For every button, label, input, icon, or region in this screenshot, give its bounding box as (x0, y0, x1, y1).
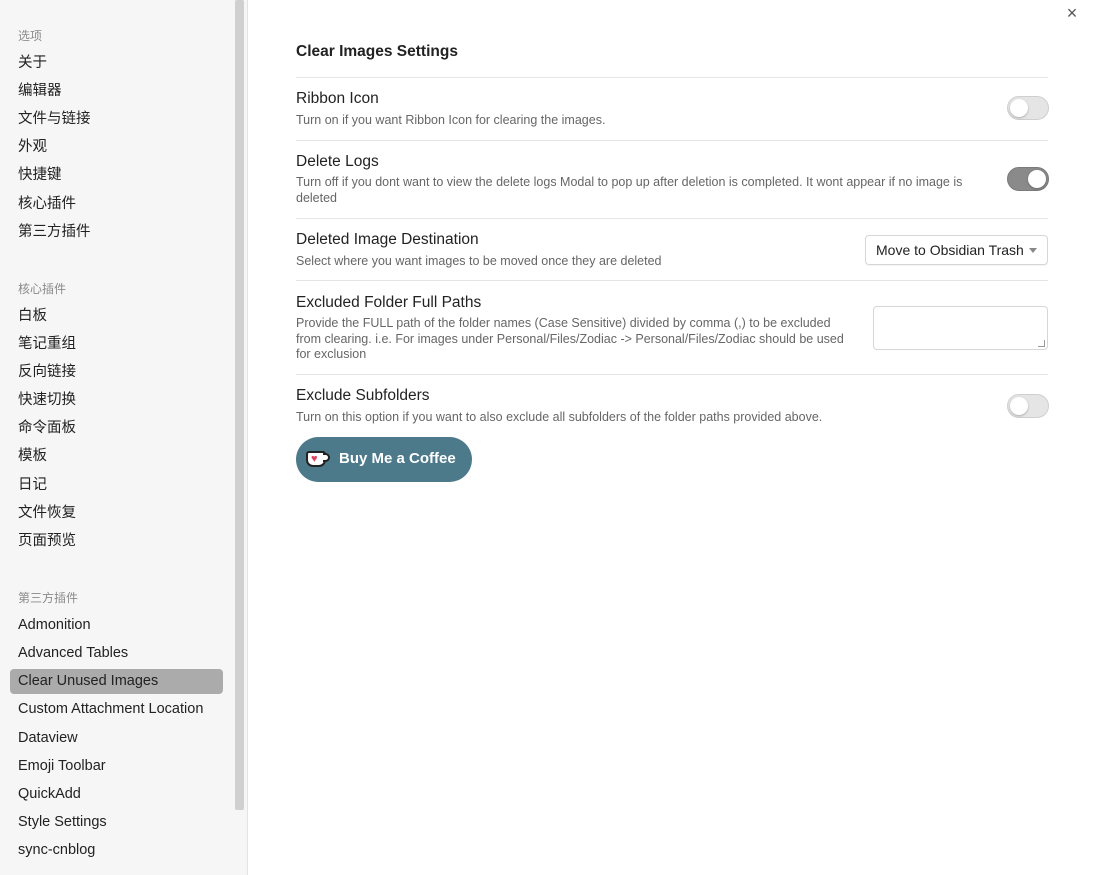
toggle-knob (1028, 170, 1046, 188)
setting-name-deleted-image-destination: Deleted Image Destination (296, 231, 479, 248)
sidebar-item-admonition[interactable]: Admonition (10, 613, 223, 638)
toggle-knob (1010, 99, 1028, 117)
setting-name-excluded-folder-paths: Excluded Folder Full Paths (296, 294, 482, 311)
divider (296, 140, 1048, 141)
sidebar-item-custom-attachment-location[interactable]: Custom Attachment Location (10, 697, 223, 722)
coffee-button-label: Buy Me a Coffee (339, 450, 456, 467)
sidebar-item-style-settings[interactable]: Style Settings (10, 810, 223, 835)
sidebar-item-quickadd[interactable]: QuickAdd (10, 782, 223, 807)
close-icon[interactable]: × (1063, 4, 1081, 22)
ribbon-icon-toggle[interactable] (1007, 96, 1049, 120)
sidebar-item-file-recovery[interactable]: 文件恢复 (10, 501, 223, 526)
setting-desc-delete-logs: Turn off if you dont want to view the de… (296, 175, 963, 205)
dropdown-value: Move to Obsidian Trash (876, 242, 1024, 258)
setting-name-delete-logs: Delete Logs (296, 153, 379, 170)
heart-icon: ♥ (311, 453, 318, 465)
sidebar-item-sync-cnblog[interactable]: sync-cnblog (10, 838, 223, 863)
sidebar-item-emoji-toolbar[interactable]: Emoji Toolbar (10, 754, 223, 779)
setting-desc-deleted-image-destination: Select where you want images to be moved… (296, 254, 662, 268)
sidebar-item-hotkeys[interactable]: 快捷键 (10, 163, 223, 188)
exclude-subfolders-toggle[interactable] (1007, 394, 1049, 418)
sidebar-item-clear-unused-images[interactable]: Clear Unused Images (10, 669, 223, 694)
delete-logs-toggle[interactable] (1007, 167, 1049, 191)
sidebar-item-files-links[interactable]: 文件与链接 (10, 107, 223, 132)
sidebar-item-backlinks[interactable]: 反向链接 (10, 360, 223, 385)
sidebar-item-about[interactable]: 关于 (10, 51, 223, 76)
page-title: Clear Images Settings (296, 43, 458, 60)
coffee-cup-handle (323, 453, 330, 462)
resize-handle-icon[interactable] (1038, 340, 1045, 347)
divider (296, 374, 1048, 375)
sidebar-item-community-plugins[interactable]: 第三方插件 (10, 220, 223, 245)
sidebar-item-canvas[interactable]: 白板 (10, 304, 223, 329)
setting-desc-excluded-folder-paths: Provide the FULL path of the folder name… (296, 316, 844, 361)
section-header-community-plugins: 第三方插件 (18, 591, 79, 605)
setting-name-ribbon-icon: Ribbon Icon (296, 90, 379, 107)
sidebar-item-command-palette[interactable]: 命令面板 (10, 416, 223, 441)
sidebar-scrollbar[interactable] (235, 0, 244, 810)
sidebar-item-advanced-tables[interactable]: Advanced Tables (10, 641, 223, 666)
sidebar-item-daily-notes[interactable]: 日记 (10, 473, 223, 498)
sidebar-item-appearance[interactable]: 外观 (10, 135, 223, 160)
setting-name-exclude-subfolders: Exclude Subfolders (296, 387, 430, 404)
sidebar-item-editor[interactable]: 编辑器 (10, 79, 223, 104)
sidebar-item-templates[interactable]: 模板 (10, 444, 223, 469)
settings-sidebar: 选项 关于 编辑器 文件与链接 外观 快捷键 核心插件 第三方插件 核心插件 白… (0, 0, 248, 875)
sidebar-item-dataview[interactable]: Dataview (10, 726, 223, 751)
divider (296, 280, 1048, 281)
sidebar-item-note-composer[interactable]: 笔记重组 (10, 332, 223, 357)
divider (296, 77, 1048, 78)
destination-dropdown[interactable]: Move to Obsidian Trash (865, 235, 1048, 265)
sidebar-item-page-preview[interactable]: 页面预览 (10, 529, 223, 554)
section-header-options: 选项 (18, 29, 43, 43)
divider (296, 218, 1048, 219)
buy-me-a-coffee-button[interactable]: ♥ Buy Me a Coffee (296, 437, 472, 482)
sidebar-item-quick-switcher[interactable]: 快速切换 (10, 388, 223, 413)
excluded-folder-paths-input[interactable] (873, 306, 1048, 350)
setting-desc-ribbon-icon: Turn on if you want Ribbon Icon for clea… (296, 113, 606, 127)
toggle-knob (1010, 397, 1028, 415)
setting-desc-exclude-subfolders: Turn on this option if you want to also … (296, 410, 823, 424)
sidebar-item-core-plugins[interactable]: 核心插件 (10, 192, 223, 217)
chevron-down-icon (1029, 248, 1037, 253)
section-header-core-plugins: 核心插件 (18, 282, 67, 296)
